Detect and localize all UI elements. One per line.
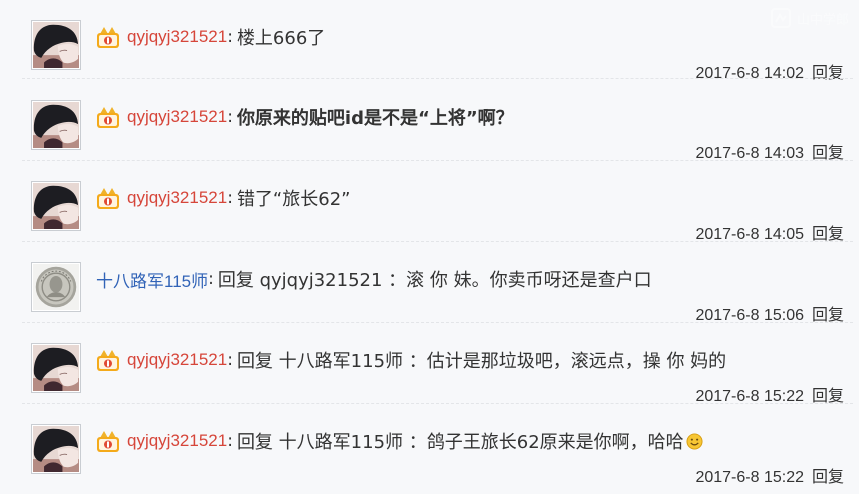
member-badge-icon [96,105,120,129]
username-colon: : [227,107,233,127]
member-badge-icon [96,348,120,372]
username-colon: : [227,27,233,47]
comment-meta: 2017-6-8 15:22 回复 [695,463,844,487]
comment-line: qyjqyj321521 : 你原来的贴吧id是不是“上将”啊？ [96,103,514,131]
comment-text: 回复 qyjqyj321521 ：滚 你 妹。你卖币呀还是查户口 [217,270,652,291]
comment-text: 你原来的贴吧id是不是“上将”啊？ [236,108,514,129]
member-badge-icon [96,429,120,453]
username-link[interactable]: qyjqyj321521 [127,107,227,127]
comment-item: qyjqyj321521 : 楼上666了 2017-6-8 14:02 回复 [0,0,859,82]
timestamp: 2017-6-8 15:22 [695,469,804,486]
comment-text: 回复 十八路军115师 ：估计是那垃圾吧，滚远点，操 你 妈的 [236,351,727,372]
comment-text: 回复 十八路军115师 ：鸽子王旅长62原来是你啊，哈哈 [236,432,684,453]
avatar[interactable] [31,100,81,150]
username-colon: : [227,350,233,370]
username-colon: : [227,431,233,451]
comment-item: qyjqyj321521 : 回复 十八路军115师 ：鸽子王旅长62原来是你啊… [0,404,859,487]
smile-emoji-icon [686,432,703,450]
reply-button[interactable]: 回复 [812,469,844,486]
comment-item: qyjqyj321521 : 你原来的贴吧id是不是“上将”啊？ 2017-6-… [0,80,859,162]
username-link[interactable]: qyjqyj321521 [127,27,227,47]
avatar[interactable] [31,181,81,231]
username-link[interactable]: qyjqyj321521 [127,350,227,370]
comment-text: 楼上666了 [236,28,326,49]
username-colon: : [208,269,214,289]
avatar[interactable] [31,424,81,474]
comment-item: qyjqyj321521 : 错了“旅长62” 2017-6-8 14:05 回复 [0,161,859,243]
comment-line: qyjqyj321521 : 楼上666了 [96,23,325,51]
comment-line: 十八路军115师 : 回复 qyjqyj321521 ：滚 你 妹。你卖币呀还是… [96,265,652,293]
divider [22,78,853,79]
comment-item: 十八路军115师 : 回复 qyjqyj321521 ：滚 你 妹。你卖币呀还是… [0,242,859,324]
comment-item: qyjqyj321521 : 回复 十八路军115师 ：估计是那垃圾吧，滚远点，… [0,323,859,405]
member-badge-icon [96,186,120,210]
comment-text: 错了“旅长62” [236,189,351,210]
comment-line: qyjqyj321521 : 回复 十八路军115师 ：鸽子王旅长62原来是你啊… [96,427,703,455]
username-link[interactable]: 十八路军115师 [96,267,208,292]
avatar[interactable] [31,20,81,70]
username-link[interactable]: qyjqyj321521 [127,431,227,451]
username-colon: : [227,188,233,208]
member-badge-icon [96,25,120,49]
comment-line: qyjqyj321521 : 回复 十八路军115师 ：估计是那垃圾吧，滚远点，… [96,346,726,374]
comment-line: qyjqyj321521 : 错了“旅长62” [96,184,351,212]
avatar[interactable] [31,343,81,393]
avatar[interactable] [31,262,81,312]
username-link[interactable]: qyjqyj321521 [127,188,227,208]
